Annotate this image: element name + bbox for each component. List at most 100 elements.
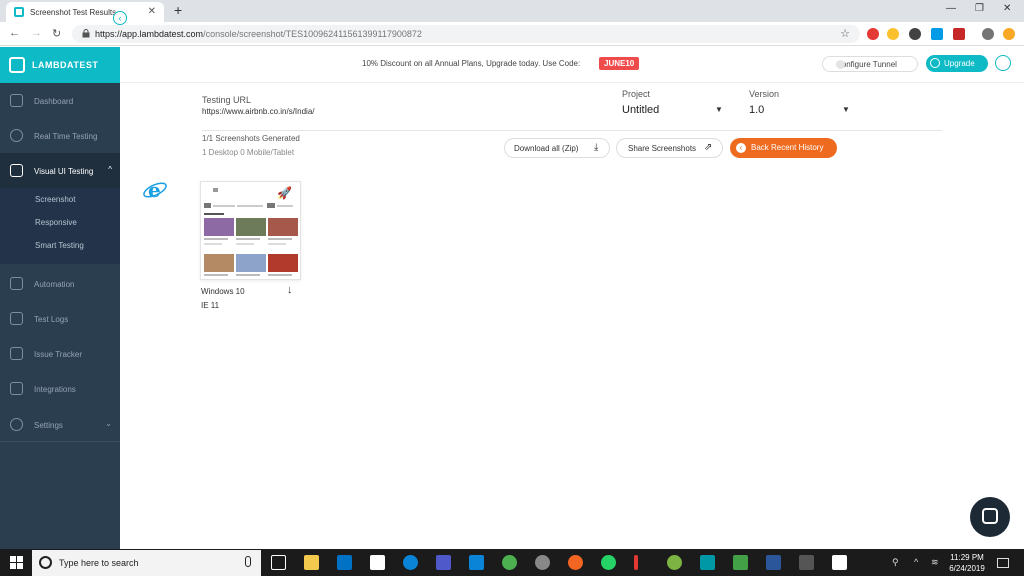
sticky-notes-icon[interactable]: [370, 555, 385, 570]
sidebar-item-real-time-testing[interactable]: Real Time Testing: [0, 118, 120, 153]
clock-time: 11:29 PM: [950, 553, 984, 562]
notifications-icon[interactable]: [997, 558, 1009, 568]
close-tab-icon[interactable]: ✕: [148, 6, 156, 17]
coupon-code-badge: JUNE10: [599, 57, 640, 70]
sidebar-item-dashboard[interactable]: Dashboard: [0, 83, 120, 118]
extension-icon[interactable]: [887, 28, 899, 40]
taskbar-clock[interactable]: 11:29 PM 6/24/2019: [944, 552, 990, 574]
brand-header[interactable]: LAMBDATEST: [0, 47, 120, 83]
version-select[interactable]: 1.0: [749, 104, 764, 116]
photos-icon[interactable]: [832, 555, 847, 570]
download-screenshot-icon[interactable]: ↓: [287, 284, 293, 296]
file-explorer-icon[interactable]: [304, 555, 319, 570]
internet-explorer-icon: e: [143, 178, 167, 202]
settings-app-icon[interactable]: [535, 555, 550, 570]
user-profile-icon[interactable]: [995, 55, 1011, 71]
version-dropdown-arrow-icon[interactable]: ▼: [842, 105, 850, 114]
brand-name: LAMBDATEST: [32, 60, 99, 70]
sidebar-item-test-logs[interactable]: Test Logs: [0, 301, 120, 336]
share-screenshots-button[interactable]: Share Screenshots ⇗: [616, 138, 723, 158]
sidebar-item-label: Dashboard: [34, 97, 74, 106]
dashboard-icon: [10, 94, 23, 107]
minimize-icon[interactable]: —: [946, 3, 956, 14]
sidebar-subnav: Screenshot Responsive Smart Testing: [0, 188, 120, 264]
sidebar-item-automation[interactable]: Automation: [0, 266, 120, 301]
version-label: Version: [749, 89, 780, 99]
robot-icon: [10, 277, 23, 290]
people-icon[interactable]: ⚲: [892, 557, 899, 568]
maximize-icon[interactable]: ❐: [975, 3, 984, 14]
chat-support-button[interactable]: [970, 497, 1010, 537]
extension-icon[interactable]: [953, 28, 965, 40]
sidebar-subitem-responsive[interactable]: Responsive: [35, 218, 77, 227]
sidebar-subitem-screenshot[interactable]: Screenshot: [35, 195, 75, 204]
word-icon[interactable]: [766, 555, 781, 570]
eye-icon: [10, 164, 23, 177]
upgrade-label: Upgrade: [944, 59, 975, 68]
close-window-icon[interactable]: ✕: [1003, 3, 1011, 14]
rocket-icon: 🚀: [277, 186, 292, 200]
sidebar: LAMBDATEST Dashboard Real Time Testing V…: [0, 47, 120, 549]
windows-start-icon[interactable]: [10, 556, 23, 569]
profile-avatar[interactable]: [982, 28, 994, 40]
download-all-label: Download all (Zip): [514, 144, 579, 153]
download-all-zip-button[interactable]: Download all (Zip) ⤓: [504, 138, 610, 158]
screenshot-thumbnail[interactable]: 🚀: [200, 181, 301, 280]
sidebar-subitem-smart-testing[interactable]: Smart Testing: [35, 241, 84, 250]
collapse-sidebar-button[interactable]: ‹: [113, 11, 127, 25]
search-placeholder: Type here to search: [59, 558, 139, 568]
app-icon[interactable]: [469, 555, 484, 570]
outlook-icon[interactable]: [337, 555, 352, 570]
sidebar-item-visual-ui-testing[interactable]: Visual UI Testing ^: [0, 153, 120, 188]
app-icon[interactable]: [403, 555, 418, 570]
sidebar-item-label: Automation: [34, 280, 75, 289]
sidebar-item-settings[interactable]: Settings ⌄: [0, 407, 120, 442]
extension-icon[interactable]: [931, 28, 943, 40]
android-icon[interactable]: [667, 555, 682, 570]
browser-tab-bar: Screenshot Test Results ✕ + — ❐ ✕: [0, 0, 1024, 22]
taskbar-search-box[interactable]: Type here to search: [32, 550, 261, 576]
sidebar-item-issue-tracker[interactable]: Issue Tracker: [0, 336, 120, 371]
app-icon[interactable]: [733, 555, 748, 570]
chat-icon: [982, 508, 998, 524]
bookmark-star-icon[interactable]: ☆: [840, 27, 850, 40]
back-recent-history-button[interactable]: ‹ Back Recent History: [730, 138, 837, 158]
project-label: Project: [622, 89, 651, 99]
testing-url-value: https://www.airbnb.co.in/s/India/: [202, 107, 315, 116]
sidebar-item-label: Settings: [34, 421, 63, 430]
gear-icon: [10, 418, 23, 431]
back-icon[interactable]: ←: [9, 27, 20, 39]
project-dropdown-arrow-icon[interactable]: ▼: [715, 105, 723, 114]
app-icon[interactable]: [568, 555, 583, 570]
task-view-icon[interactable]: [271, 555, 286, 570]
app-icon[interactable]: [700, 555, 715, 570]
extension-icon[interactable]: [867, 28, 879, 40]
cortana-icon: [39, 556, 52, 569]
back-recent-history-label: Back Recent History: [751, 143, 824, 152]
back-arrow-icon: ‹: [736, 143, 746, 153]
project-select[interactable]: Untitled: [622, 104, 659, 116]
microphone-icon[interactable]: [245, 556, 251, 567]
upgrade-button[interactable]: Upgrade: [926, 55, 988, 72]
extension-icon[interactable]: [1003, 28, 1015, 40]
sidebar-item-label: Real Time Testing: [34, 132, 98, 141]
device-breakdown-text: 1 Desktop 0 Mobile/Tablet: [202, 148, 295, 157]
whatsapp-icon[interactable]: [601, 555, 616, 570]
extension-icon[interactable]: [909, 28, 921, 40]
sidebar-item-integrations[interactable]: Integrations: [0, 371, 120, 406]
forward-icon[interactable]: →: [31, 27, 42, 39]
show-hidden-icons-icon[interactable]: ^: [914, 557, 918, 567]
reload-icon[interactable]: ↻: [52, 27, 61, 40]
address-bar[interactable]: https://app.lambdatest.com/console/scree…: [72, 25, 860, 43]
chrome-icon[interactable]: [502, 555, 517, 570]
calculator-icon[interactable]: [799, 555, 814, 570]
bug-icon: [10, 347, 23, 360]
promo-text: 10% Discount on all Annual Plans, Upgrad…: [362, 59, 581, 68]
wifi-icon[interactable]: ≋: [931, 557, 939, 568]
configure-tunnel-toggle[interactable]: Configure Tunnel: [822, 56, 918, 72]
pen-icon[interactable]: [634, 555, 638, 570]
teams-icon[interactable]: [436, 555, 451, 570]
new-tab-button[interactable]: +: [174, 2, 182, 18]
browser-tab[interactable]: Screenshot Test Results ✕: [6, 2, 164, 22]
lambdatest-logo-icon: [9, 57, 25, 73]
